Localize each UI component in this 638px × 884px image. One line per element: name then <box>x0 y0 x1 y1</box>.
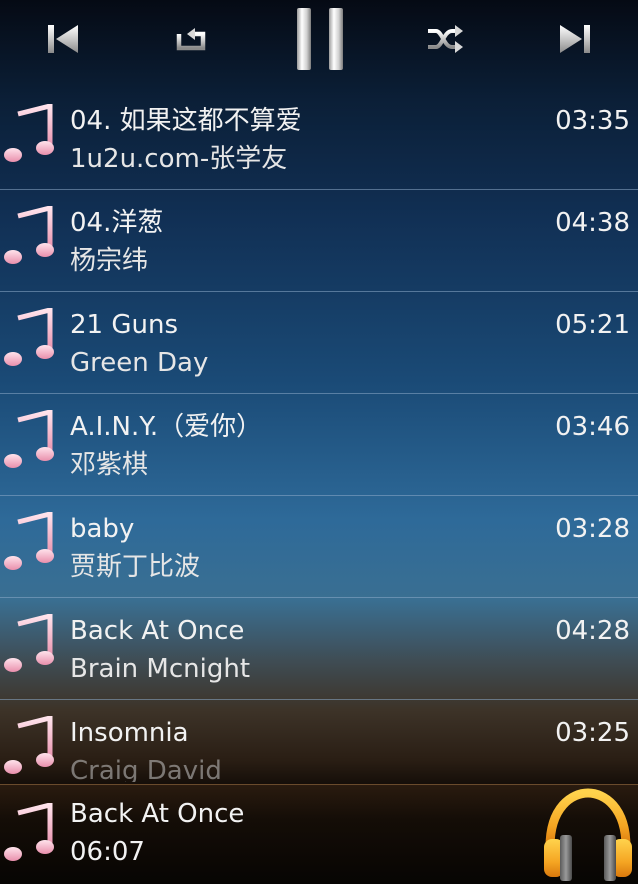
song-duration: 03:25 <box>555 718 630 748</box>
song-title: 04.洋葱 <box>70 208 164 238</box>
next-icon <box>560 25 590 53</box>
song-row[interactable]: 04.洋葱 杨宗纬 04:38 <box>0 190 638 292</box>
previous-icon <box>48 25 78 53</box>
song-row[interactable]: 21 Guns Green Day 05:21 <box>0 292 638 394</box>
previous-button[interactable] <box>30 0 96 78</box>
pause-button[interactable] <box>280 0 360 78</box>
song-title: baby <box>70 514 135 544</box>
headphones-icon[interactable] <box>542 787 634 883</box>
music-player-screen: 04. 如果这都不算爱 1u2u.com-张学友 03:35 04.洋葱 杨宗纬… <box>0 0 638 884</box>
song-duration: 05:21 <box>555 310 630 340</box>
repeat-icon <box>176 28 206 51</box>
song-duration: 03:35 <box>555 106 630 136</box>
music-note-icon <box>4 204 56 266</box>
song-title: Insomnia <box>70 718 189 748</box>
song-duration: 03:46 <box>555 412 630 442</box>
now-playing-time: 06:07 <box>70 837 145 867</box>
repeat-button[interactable] <box>158 0 224 78</box>
song-artist: 邓紫棋 <box>70 450 149 480</box>
song-artist: 1u2u.com-张学友 <box>70 144 288 174</box>
song-artist: Green Day <box>70 348 209 378</box>
music-note-icon <box>4 612 56 674</box>
music-note-icon <box>4 306 56 368</box>
music-note-icon <box>4 801 56 863</box>
song-row[interactable]: A.I.N.Y.（爱你） 邓紫棋 03:46 <box>0 394 638 496</box>
music-note-icon <box>4 102 56 164</box>
song-row[interactable]: 04. 如果这都不算爱 1u2u.com-张学友 03:35 <box>0 88 638 190</box>
song-artist: Craig David <box>70 756 222 782</box>
now-playing-bar[interactable]: Back At Once 06:07 <box>0 784 638 884</box>
song-duration: 03:28 <box>555 514 630 544</box>
song-title: Back At Once <box>70 616 245 646</box>
song-title: 04. 如果这都不算爱 <box>70 106 302 136</box>
song-row[interactable]: Insomnia Craig David 03:25 <box>0 700 638 782</box>
song-list: 04. 如果这都不算爱 1u2u.com-张学友 03:35 04.洋葱 杨宗纬… <box>0 88 638 782</box>
song-row[interactable]: Back At Once Brain Mcnight 04:28 <box>0 598 638 700</box>
playback-controls <box>0 0 638 80</box>
next-button[interactable] <box>542 0 608 78</box>
song-title: 21 Guns <box>70 310 178 340</box>
song-row[interactable]: baby 贾斯丁比波 03:28 <box>0 496 638 598</box>
song-artist: Brain Mcnight <box>70 654 251 684</box>
song-duration: 04:28 <box>555 616 630 646</box>
music-note-icon <box>4 510 56 572</box>
song-artist: 杨宗纬 <box>70 246 149 276</box>
song-duration: 04:38 <box>555 208 630 238</box>
song-artist: 贾斯丁比波 <box>70 552 201 582</box>
music-note-icon <box>4 714 56 776</box>
pause-icon <box>297 8 343 70</box>
music-note-icon <box>4 408 56 470</box>
shuffle-icon <box>428 25 463 53</box>
shuffle-button[interactable] <box>412 0 478 78</box>
now-playing-title: Back At Once <box>70 799 245 829</box>
song-title: A.I.N.Y.（爱你） <box>70 412 263 442</box>
